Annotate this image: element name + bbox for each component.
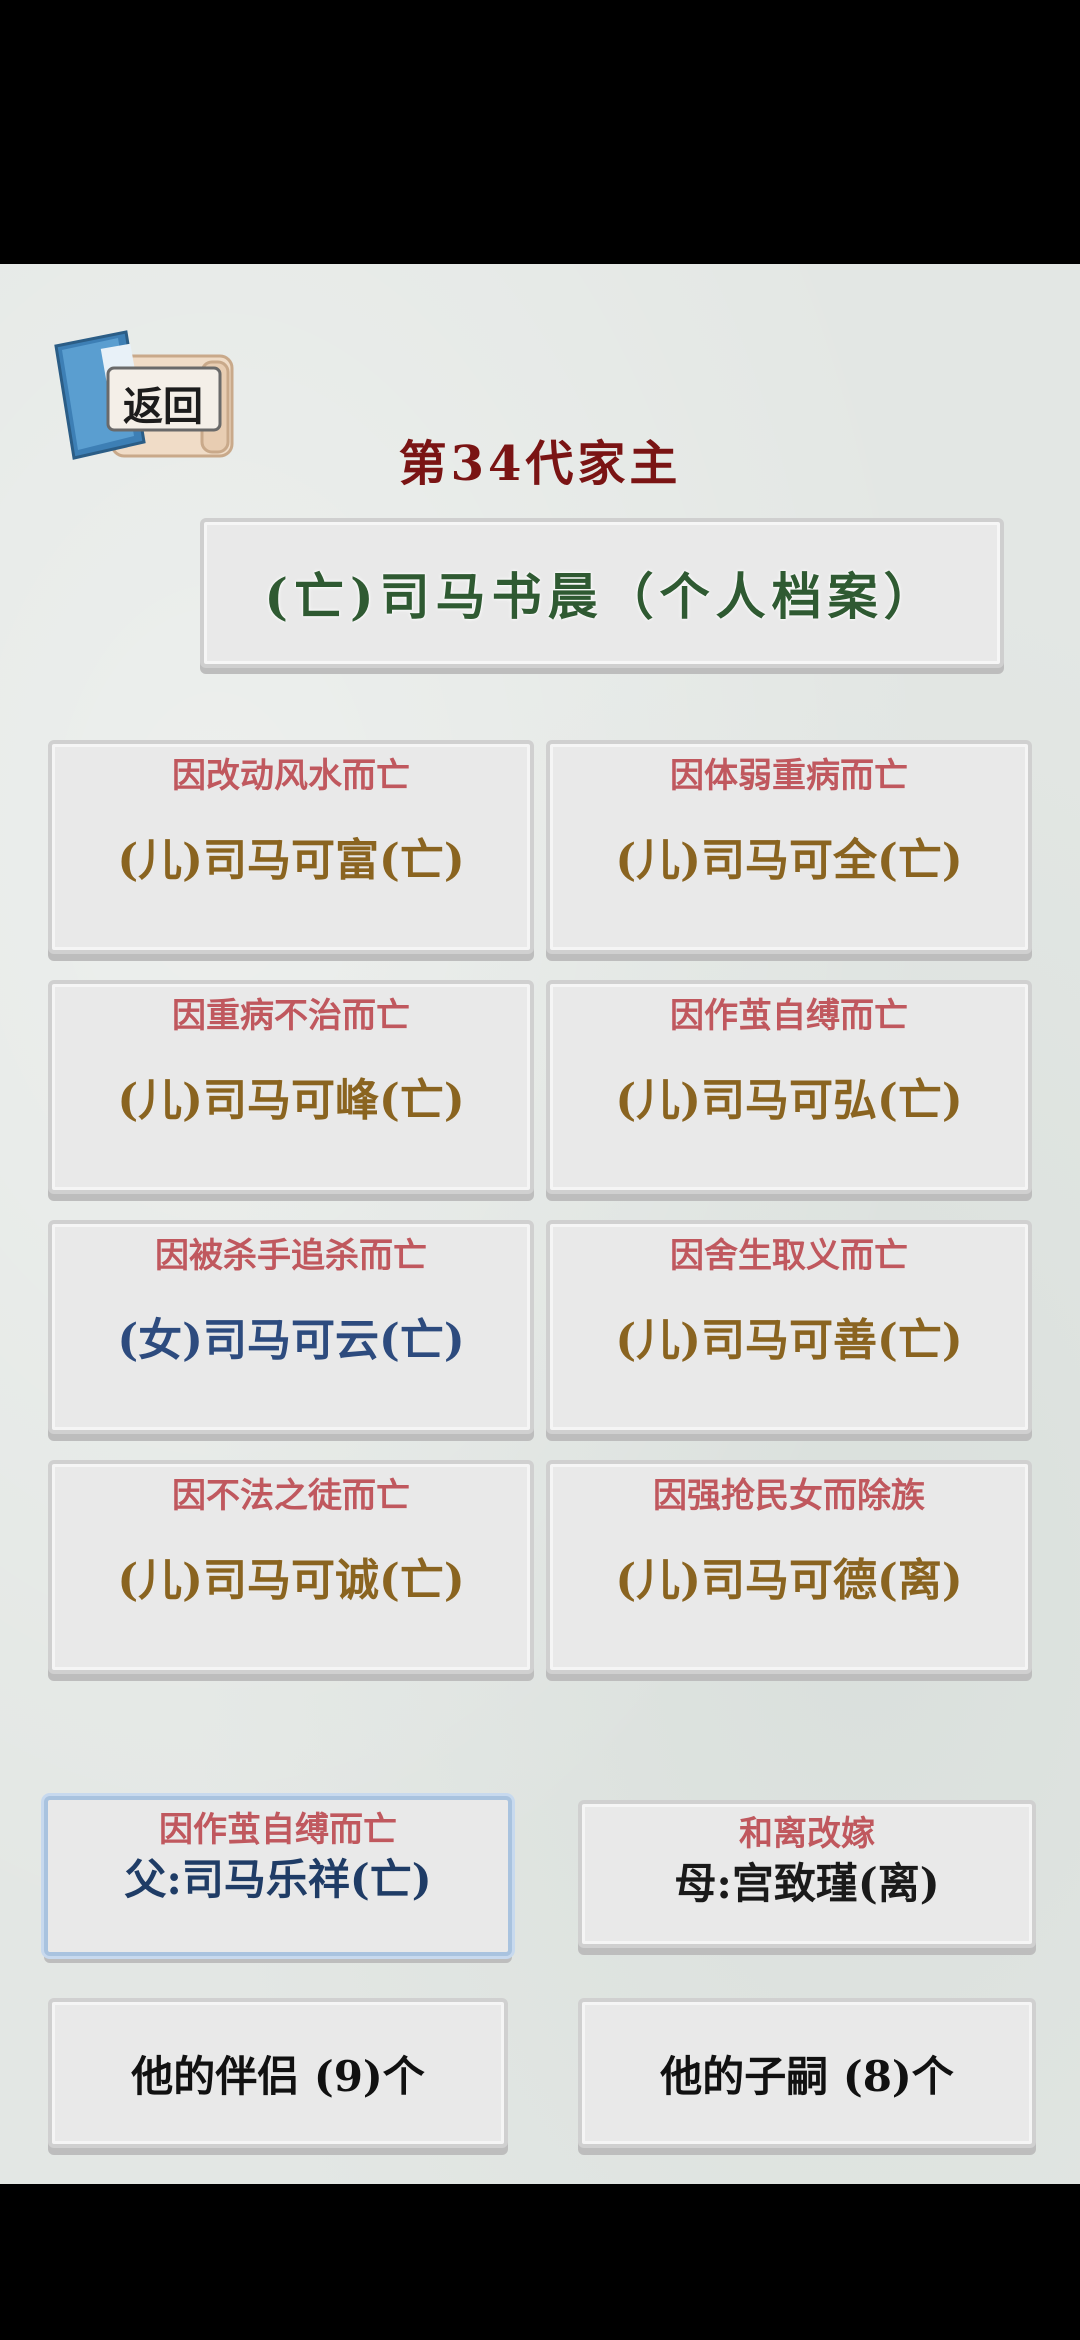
- child-card[interactable]: 因不法之徒而亡 (儿)司马可诚(亡): [48, 1460, 534, 1674]
- child-cause: 因强抢民女而除族: [653, 1476, 925, 1516]
- heirs-button-label: 他的子嗣 (8)个: [660, 2051, 954, 2101]
- child-card[interactable]: 因作茧自缚而亡 (儿)司马可弘(亡): [546, 980, 1032, 1194]
- child-cause: 因不法之徒而亡: [172, 1476, 410, 1516]
- child-name: (儿)司马可德(离): [615, 1555, 963, 1606]
- child-card[interactable]: 因舍生取义而亡 (儿)司马可善(亡): [546, 1220, 1032, 1434]
- person-banner: (亡)司马书晨（个人档案）: [200, 518, 1004, 668]
- mother-name: 母:宫致瑾(离): [674, 1859, 940, 1908]
- child-cause: 因改动风水而亡: [172, 756, 410, 796]
- child-card[interactable]: 因体弱重病而亡 (儿)司马可全(亡): [546, 740, 1032, 954]
- child-name: (儿)司马可峰(亡): [117, 1075, 465, 1126]
- child-cause: 因舍生取义而亡: [670, 1236, 908, 1276]
- father-name: 父:司马乐祥(亡): [124, 1855, 432, 1904]
- child-cause: 因体弱重病而亡: [670, 756, 908, 796]
- child-card[interactable]: 因重病不治而亡 (儿)司马可峰(亡): [48, 980, 534, 1194]
- child-cause: 因被杀手追杀而亡: [155, 1236, 427, 1276]
- child-name: (儿)司马可善(亡): [615, 1315, 963, 1366]
- generation-title: 第34代家主: [398, 436, 682, 492]
- child-name: (儿)司马可全(亡): [615, 835, 963, 886]
- mother-cause: 和离改嫁: [739, 1814, 875, 1854]
- father-card[interactable]: 因作茧自缚而亡 父:司马乐祥(亡): [44, 1796, 512, 1956]
- father-cause: 因作茧自缚而亡: [159, 1810, 397, 1850]
- child-name: (儿)司马可富(亡): [117, 835, 465, 886]
- partners-button-label: 他的伴侣 (9)个: [131, 2051, 425, 2101]
- child-card[interactable]: 因改动风水而亡 (儿)司马可富(亡): [48, 740, 534, 954]
- child-name: (儿)司马可弘(亡): [615, 1075, 963, 1126]
- child-name: (儿)司马可诚(亡): [117, 1555, 465, 1606]
- person-banner-text: (亡)司马书晨（个人档案）: [264, 567, 940, 626]
- child-card[interactable]: 因被杀手追杀而亡 (女)司马可云(亡): [48, 1220, 534, 1434]
- partners-button[interactable]: 他的伴侣 (9)个: [48, 1998, 508, 2148]
- child-cause: 因作茧自缚而亡: [670, 996, 908, 1036]
- mother-card[interactable]: 和离改嫁 母:宫致瑾(离): [578, 1800, 1036, 1948]
- child-card[interactable]: 因强抢民女而除族 (儿)司马可德(离): [546, 1460, 1032, 1674]
- genealogy-screen: 返回 第34代家主 (亡)司马书晨（个人档案） 因改动风水而亡 (儿)司马可富(…: [0, 264, 1080, 2184]
- child-name: (女)司马可云(亡): [117, 1315, 465, 1366]
- child-cause: 因重病不治而亡: [172, 996, 410, 1036]
- heirs-button[interactable]: 他的子嗣 (8)个: [578, 1998, 1036, 2148]
